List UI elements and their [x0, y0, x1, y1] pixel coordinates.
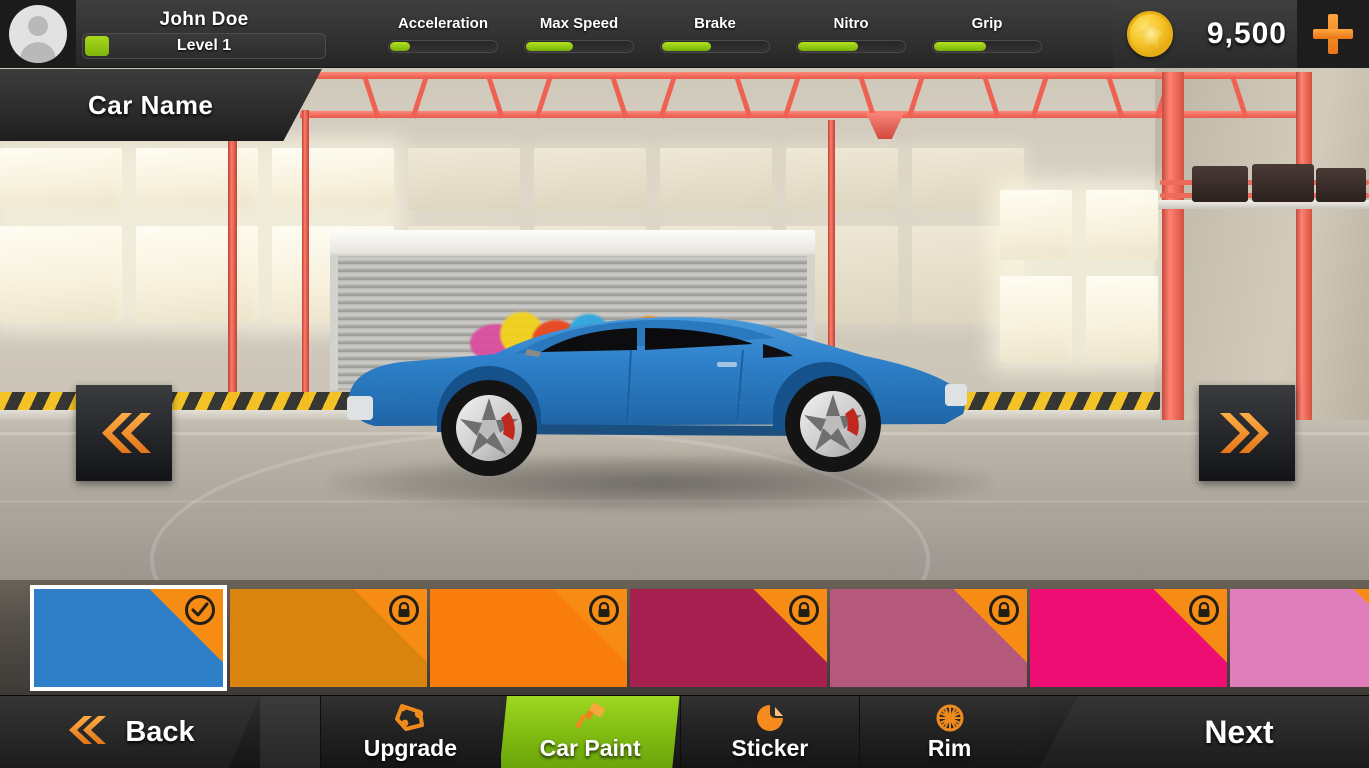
stat-grip: Grip	[932, 15, 1042, 53]
coin-count: 9,500	[1206, 16, 1287, 50]
wheel-rim-icon	[933, 703, 967, 733]
tire-stack	[1192, 166, 1248, 202]
wheel-rear	[441, 380, 537, 476]
tab-sticker[interactable]: Sticker	[679, 696, 860, 768]
double-chevron-left-icon	[65, 715, 107, 750]
stat-fill	[798, 41, 858, 51]
stat-fill	[934, 41, 986, 51]
stat-track	[388, 39, 498, 53]
stat-fill	[662, 41, 711, 51]
tab-label: Sticker	[731, 734, 809, 761]
plus-icon	[1313, 13, 1353, 54]
paint-swatch[interactable]	[230, 588, 427, 687]
swatch-color	[1230, 588, 1369, 687]
game-screen: John Doe Level 1 Acceleration Max Speed Br…	[0, 0, 1369, 768]
coin-icon	[1126, 10, 1173, 57]
next-button[interactable]: Next	[1039, 696, 1369, 768]
currency-area: 9,500	[1112, 0, 1369, 68]
sticker-icon	[753, 703, 787, 733]
window-row-right	[1000, 190, 1158, 260]
nav-divider-left	[260, 696, 320, 768]
player-info: John Doe Level 1	[76, 9, 326, 59]
stat-acceleration: Acceleration	[388, 15, 498, 53]
paint-swatch[interactable]	[830, 588, 1027, 687]
stat-brake: Brake	[660, 15, 770, 53]
tab-car-paint[interactable]: Car Paint	[499, 696, 680, 768]
stat-track	[660, 39, 770, 53]
check-circle-icon	[185, 594, 215, 625]
bottom-navigation: Back Upgrade Car Paint Sticker Rim Next	[0, 695, 1369, 768]
level-label: Level 1	[176, 36, 232, 54]
tire-stack	[1252, 164, 1314, 202]
tab-label: Car Paint	[539, 734, 641, 761]
support-column	[302, 110, 309, 410]
tab-label: Rim	[927, 734, 972, 761]
top-hud-bar: John Doe Level 1 Acceleration Max Speed Br…	[0, 0, 1369, 68]
paint-swatch[interactable]	[630, 588, 827, 687]
lock-icon	[789, 594, 819, 625]
stat-track	[524, 39, 634, 53]
paint-color-list[interactable]	[0, 580, 1369, 695]
player-name: John Doe	[159, 8, 249, 30]
paint-swatch[interactable]	[1030, 588, 1227, 687]
coin-panel: 9,500	[1112, 0, 1297, 68]
paintbrush-icon	[573, 702, 607, 733]
stat-fill	[526, 41, 573, 51]
stat-label: Acceleration	[397, 14, 489, 32]
next-car-button[interactable]	[1199, 385, 1295, 481]
tab-label: Upgrade	[363, 734, 458, 761]
tab-list[interactable]: Upgrade Car Paint Sticker Rim	[320, 696, 1039, 768]
stat-nitro: Nitro	[796, 15, 906, 53]
lock-icon	[389, 594, 419, 625]
car-model	[345, 300, 970, 480]
level-progress-bar: Level 1	[82, 32, 326, 59]
tire-stack	[1316, 168, 1366, 202]
double-chevron-left-icon	[96, 411, 152, 455]
paint-swatch[interactable]	[1230, 588, 1369, 687]
avatar-button[interactable]	[0, 0, 76, 68]
previous-car-button[interactable]	[76, 385, 172, 481]
lock-icon	[1189, 594, 1219, 625]
engine-belt-icon	[393, 703, 427, 733]
wheel-front	[785, 376, 881, 472]
stat-track	[796, 39, 906, 53]
stat-label: Nitro	[833, 14, 869, 32]
back-label: Back	[125, 715, 195, 748]
paint-swatch[interactable]	[430, 588, 627, 687]
support-column-main	[1162, 72, 1184, 422]
lock-icon	[589, 594, 619, 625]
stat-label: Max Speed	[539, 14, 619, 32]
stat-track	[932, 39, 1042, 53]
support-column-corner	[1296, 72, 1312, 420]
user-avatar-icon	[9, 4, 67, 63]
tab-rim[interactable]: Rim	[859, 696, 1039, 768]
stat-max-speed: Max Speed	[524, 15, 634, 53]
paint-swatch[interactable]	[30, 584, 227, 691]
support-column	[228, 110, 237, 410]
stat-label: Grip	[971, 14, 1003, 32]
window-row-upper	[0, 148, 1024, 210]
double-chevron-right-icon	[1219, 411, 1275, 455]
add-currency-button[interactable]	[1297, 0, 1369, 68]
stat-label: Brake	[694, 14, 736, 32]
roof-truss	[286, 72, 1310, 119]
stat-fill	[390, 41, 410, 51]
window-row-right-lower	[1000, 276, 1158, 362]
car-name-label: Car Name	[88, 89, 214, 120]
car-name-panel: Car Name	[0, 69, 322, 141]
next-label: Next	[1204, 713, 1274, 750]
car-stats: Acceleration Max Speed Brake Nitro Grip	[388, 15, 1042, 53]
lock-icon	[989, 594, 1019, 625]
back-button[interactable]: Back	[0, 696, 260, 768]
tab-upgrade[interactable]: Upgrade	[320, 696, 500, 768]
